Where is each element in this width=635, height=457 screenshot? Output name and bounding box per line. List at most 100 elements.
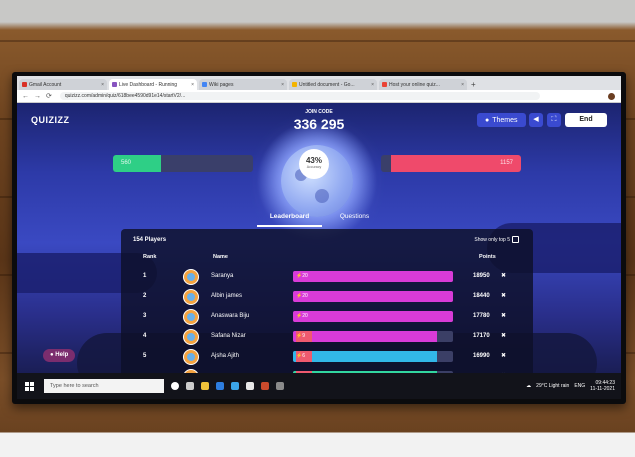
player-points: 16990 (473, 353, 490, 359)
browser-tab-3[interactable]: Wiki pages × (199, 79, 287, 90)
table-row[interactable]: 5 Ajsha Ajith ⚡6 16990 ✖ (131, 347, 523, 367)
reload-icon[interactable]: ⟳ (46, 92, 52, 100)
remove-player-icon[interactable]: ✖ (501, 292, 506, 299)
file-explorer-icon[interactable] (201, 382, 209, 390)
fullscreen-button[interactable]: ⛶ (547, 113, 561, 127)
accuracy-fill (293, 271, 453, 282)
url-input[interactable]: quizizz.com/admin/quiz/618bee4590d91e14/… (59, 92, 540, 100)
browser-tab-1[interactable]: Gmail Account × (19, 79, 107, 90)
close-icon[interactable]: × (461, 82, 464, 88)
tab-favicon (112, 82, 117, 87)
accuracy-bar: ⚡6 (293, 351, 453, 362)
language-indicator[interactable]: ENG (574, 383, 585, 389)
avatar (183, 289, 199, 305)
table-row[interactable]: 3 Anaswara Biju ⚡20 17780 ✖ (131, 307, 523, 327)
task-view-icon[interactable] (186, 382, 194, 390)
join-code: 336 295 (293, 116, 345, 132)
browser-tab-2[interactable]: Live Dashboard - Running × (109, 79, 197, 90)
accuracy-bar: ⚡20 (293, 271, 453, 282)
tab-favicon (382, 82, 387, 87)
help-button[interactable]: ● Help (43, 349, 76, 362)
row-rank: 1 (143, 273, 147, 279)
avatar (183, 329, 199, 345)
accuracy-badge: 43% Accuracy (299, 149, 329, 179)
accuracy-bar: ⚡9 (293, 331, 453, 342)
weather-icon: ☁ (526, 383, 532, 389)
system-tray: ☁ 29°C Light rain ENG 09:44:23 11-11-2021 (526, 380, 615, 392)
quizizz-logo[interactable]: QUIZIZZ (31, 115, 70, 125)
streak-label: ⚡9 (296, 333, 306, 339)
remove-player-icon[interactable]: ✖ (501, 352, 506, 359)
accuracy-fill (293, 351, 437, 362)
tab-favicon (202, 82, 207, 87)
player-name: Safana Nizar (211, 333, 246, 339)
chrome-icon[interactable] (246, 382, 254, 390)
streak-label: ⚡20 (296, 293, 308, 299)
tab-favicon (22, 82, 27, 87)
close-icon[interactable]: × (101, 82, 104, 88)
app-icon[interactable] (261, 382, 269, 390)
tab-label: Host your online quiz... (389, 81, 440, 88)
clock[interactable]: 09:44:23 11-11-2021 (590, 380, 615, 392)
tab-leaderboard[interactable]: Leaderboard (257, 209, 322, 227)
row-rank: 5 (143, 353, 147, 359)
incorrect-count: 1157 (500, 160, 513, 166)
avatar (183, 309, 199, 325)
windows-start-icon[interactable] (25, 381, 34, 391)
players-count: 154 Players (133, 237, 167, 243)
accuracy-bar: ⚡20 (293, 291, 453, 302)
remove-player-icon[interactable]: ✖ (501, 312, 506, 319)
col-name: Name (213, 254, 228, 260)
player-name: Albin james (211, 293, 243, 299)
weather-text[interactable]: 29°C Light rain (536, 383, 569, 389)
help-label: Help (55, 352, 69, 358)
table-row[interactable]: 2 Albin james ⚡20 18440 ✖ (131, 287, 523, 307)
remove-player-icon[interactable]: ✖ (501, 332, 506, 339)
col-rank: Rank (143, 254, 157, 260)
close-icon[interactable]: × (371, 82, 374, 88)
close-icon[interactable]: × (281, 82, 284, 88)
taskbar-search-input[interactable]: Type here to search (44, 379, 164, 393)
streak-label: ⚡20 (296, 273, 308, 279)
store-icon[interactable] (231, 382, 239, 390)
speaker-icon: ◀ (533, 116, 539, 123)
screen: Gmail Account × Live Dashboard - Running ×… (17, 76, 621, 399)
col-points: Points (479, 254, 496, 260)
forward-icon[interactable]: → (34, 93, 41, 100)
app-icon[interactable] (276, 382, 284, 390)
browser-tab-4[interactable]: Untitled document - Go... × (289, 79, 377, 90)
browser-tab-5[interactable]: Host your online quiz... × (379, 79, 467, 90)
streak-label: ⚡6 (296, 353, 306, 359)
tab-questions[interactable]: Questions (322, 209, 387, 227)
remove-player-icon[interactable]: ✖ (501, 272, 506, 279)
profile-avatar[interactable] (608, 92, 615, 100)
join-code-label: JOIN CODE (305, 109, 333, 115)
browser-tab-bar: Gmail Account × Live Dashboard - Running ×… (17, 76, 621, 90)
show-top5-toggle[interactable]: Show only top 5 (474, 236, 519, 243)
cortana-icon[interactable] (171, 382, 179, 390)
correct-bar: 560 (113, 155, 253, 172)
checkbox-icon[interactable] (512, 236, 519, 243)
accuracy-bar: ⚡20 (293, 311, 453, 322)
player-name: Anaswara Biju (211, 313, 250, 319)
table-row[interactable]: 1 Saranya ⚡20 18950 ✖ (131, 267, 523, 287)
sound-button[interactable]: ◀ (529, 113, 543, 127)
new-tab-icon[interactable]: + (471, 79, 476, 90)
row-rank: 4 (143, 333, 147, 339)
back-icon[interactable]: ← (22, 93, 29, 100)
player-points: 18440 (473, 293, 490, 299)
player-points: 17780 (473, 313, 490, 319)
tab-favicon (292, 82, 297, 87)
tab-label: Live Dashboard - Running (119, 81, 178, 88)
tab-label: Wiki pages (209, 81, 234, 88)
themes-button[interactable]: ● Themes (477, 113, 526, 127)
table-row[interactable]: 4 Safana Nizar ⚡9 17170 ✖ (131, 327, 523, 347)
avatar (183, 349, 199, 365)
fullscreen-icon: ⛶ (551, 116, 557, 123)
incorrect-bar: 1157 (381, 155, 521, 172)
clock-date: 11-11-2021 (590, 386, 615, 392)
close-icon[interactable]: × (191, 82, 194, 88)
end-button[interactable]: End (565, 113, 607, 127)
edge-icon[interactable] (216, 382, 224, 390)
tv-monitor: Gmail Account × Live Dashboard - Running ×… (12, 72, 626, 404)
